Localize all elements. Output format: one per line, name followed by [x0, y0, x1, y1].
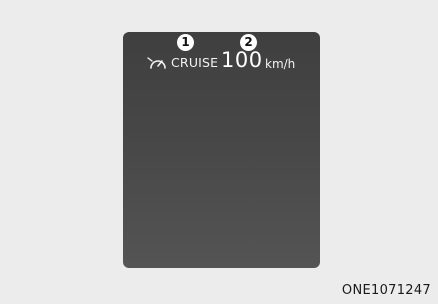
- callout-2: 2: [240, 34, 257, 51]
- figure-code: ONE1071247: [341, 283, 431, 298]
- callout-1: 1: [177, 34, 194, 51]
- cruise-label: CRUISE: [171, 55, 219, 70]
- cruise-control-icon: [147, 57, 166, 69]
- speed-unit: km/h: [265, 57, 296, 71]
- set-speed-value: 100: [221, 48, 263, 72]
